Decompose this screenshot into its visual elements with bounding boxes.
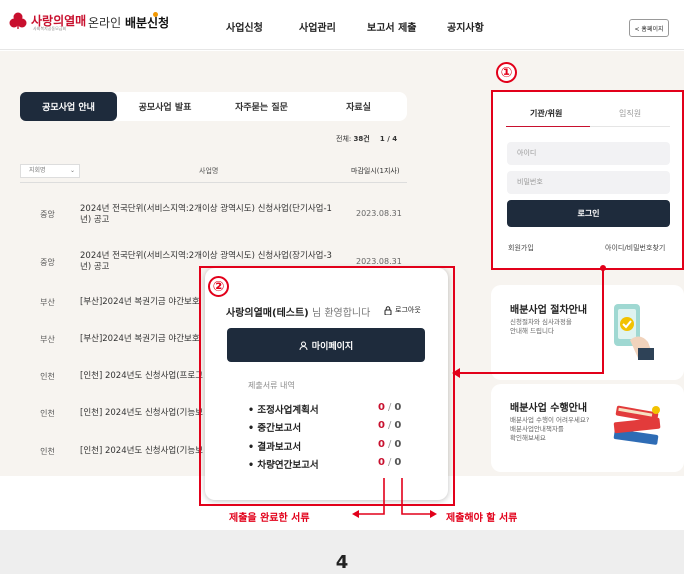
row-title-link[interactable]: [인천] 2024년도 신청사업(기능보 bbox=[80, 446, 203, 457]
page-number: 4 bbox=[335, 552, 349, 573]
doc-count-separator: / bbox=[387, 420, 392, 431]
site-title-prefix: 온라인 bbox=[88, 16, 122, 30]
doc-item: • 차량연간보고서 bbox=[248, 460, 319, 471]
doc-count: 0/0 bbox=[378, 402, 401, 413]
logout-label: 로그아웃 bbox=[395, 306, 421, 314]
doc-item: • 중간보고서 bbox=[248, 423, 302, 434]
doc-done-count: 0 bbox=[378, 402, 385, 413]
row-region: 부산 bbox=[40, 335, 55, 344]
row-region: 인천 bbox=[40, 447, 55, 456]
guide-card-desc: 확인해보세요 bbox=[510, 434, 546, 442]
row-region: 부산 bbox=[40, 298, 55, 307]
tab-archive[interactable]: 자료실 bbox=[310, 92, 407, 121]
tab-bar: 공모사업 안내 공모사업 발표 자주묻는 질문 자료실 bbox=[20, 92, 407, 121]
mypage-button[interactable]: 마이페이지 bbox=[227, 328, 425, 362]
doc-heading: 제출서류 내역 bbox=[248, 381, 295, 390]
fruit-logo-icon bbox=[9, 12, 27, 29]
row-region: 인천 bbox=[40, 409, 55, 418]
row-title-link[interactable]: [부산]2024년 복권기금 야간보호 bbox=[80, 334, 200, 345]
welcome-text: 사랑의열매(테스트) 님 환영합니다 bbox=[226, 304, 370, 319]
site-title-main: 배분신청 bbox=[124, 16, 170, 30]
marker-2: ② bbox=[208, 276, 229, 297]
annotation-arrows-icon bbox=[352, 478, 437, 518]
list-header-divider bbox=[20, 182, 407, 183]
doc-count: 0/0 bbox=[378, 457, 401, 468]
doc-count-separator: / bbox=[387, 402, 392, 413]
highlight-box-2 bbox=[199, 266, 455, 506]
doc-count: 0/0 bbox=[378, 439, 401, 450]
doc-count-separator: / bbox=[387, 439, 392, 450]
mypage-label: 마이페이지 bbox=[311, 341, 354, 352]
doc-count: 0/0 bbox=[378, 420, 401, 431]
highlight-box-1 bbox=[491, 90, 684, 270]
greeting-text: 님 환영합니다 bbox=[311, 308, 371, 319]
annotation-completed: 제출을 완료한 서류 bbox=[229, 513, 310, 524]
region-select[interactable]: 지회명 ⌄ bbox=[20, 164, 80, 178]
home-button[interactable]: < 홈페이지 bbox=[629, 19, 669, 37]
row-region: 인천 bbox=[40, 372, 55, 381]
col-deadline-header: 마감일시(1지사) bbox=[351, 167, 400, 175]
tab-faq[interactable]: 자주묻는 질문 bbox=[213, 92, 310, 121]
user-icon bbox=[299, 341, 308, 350]
doc-done-count: 0 bbox=[378, 439, 385, 450]
logout-button[interactable]: 로그아웃 bbox=[384, 305, 421, 315]
doc-done-count: 0 bbox=[378, 420, 385, 431]
nav-manage[interactable]: 사업관리 bbox=[299, 19, 336, 34]
count-label: 전체: bbox=[336, 135, 352, 143]
nav-report[interactable]: 보고서 제출 bbox=[367, 19, 416, 34]
logo-subtitle: 사회복지공동모금회 bbox=[33, 26, 67, 31]
tab-contest-info[interactable]: 공모사업 안내 bbox=[20, 92, 117, 121]
connector-arrow-icon bbox=[452, 265, 606, 378]
page-indicator: 1 / 4 bbox=[379, 135, 398, 143]
row-title-link[interactable]: 2024년 전국단위(서비스지역:2개이상 광역시도) 신청사업(단기사업-1년… bbox=[80, 204, 335, 226]
phone-check-icon bbox=[614, 304, 654, 360]
guide-card-title: 배분사업 수행안내 bbox=[510, 403, 588, 414]
doc-item: • 결과보고서 bbox=[248, 442, 302, 453]
doc-total-count: 0 bbox=[394, 457, 402, 468]
doc-total-count: 0 bbox=[394, 420, 402, 431]
site-title[interactable]: 온라인 배분신청 bbox=[88, 14, 169, 31]
doc-total-count: 0 bbox=[394, 439, 402, 450]
row-region: 중앙 bbox=[40, 258, 55, 267]
row-title-link[interactable]: [인천] 2024년도 신청사업(기능보 bbox=[80, 408, 203, 419]
doc-count-separator: / bbox=[387, 457, 392, 468]
user-name: 사랑의열매(테스트) bbox=[226, 308, 309, 319]
lock-icon bbox=[384, 305, 392, 315]
nav-apply[interactable]: 사업신청 bbox=[226, 19, 263, 34]
list-count: 전체: 38건 1 / 4 bbox=[336, 134, 397, 144]
tab-contest-result[interactable]: 공모사업 발표 bbox=[117, 92, 213, 121]
row-title-link[interactable]: [인천] 2024년도 신청사업(프로그 bbox=[80, 371, 203, 382]
books-icon bbox=[613, 405, 661, 445]
doc-done-count: 0 bbox=[378, 457, 385, 468]
row-region: 중앙 bbox=[40, 210, 55, 219]
count-value: 38건 bbox=[353, 135, 370, 143]
chevron-down-icon: ⌄ bbox=[69, 167, 75, 174]
site-title-dot bbox=[153, 12, 158, 17]
doc-total-count: 0 bbox=[394, 402, 402, 413]
annotation-required: 제출해야 할 서류 bbox=[446, 513, 518, 524]
marker-1: ① bbox=[496, 62, 517, 83]
row-date: 2023.08.31 bbox=[356, 257, 402, 266]
row-date: 2023.08.31 bbox=[356, 209, 402, 218]
guide-card-desc: 배분사업 수행이 어려우세요? bbox=[510, 416, 590, 424]
guide-card-desc: 배분사업안내책자를 bbox=[510, 425, 564, 433]
col-title-header: 사업명 bbox=[199, 167, 219, 175]
nav-notice[interactable]: 공지사항 bbox=[447, 19, 484, 34]
doc-item: • 조정사업계획서 bbox=[248, 405, 319, 416]
row-title-link[interactable]: [부산]2024년 복권기금 야간보호 bbox=[80, 297, 200, 308]
region-select-value: 지회명 bbox=[29, 167, 46, 174]
